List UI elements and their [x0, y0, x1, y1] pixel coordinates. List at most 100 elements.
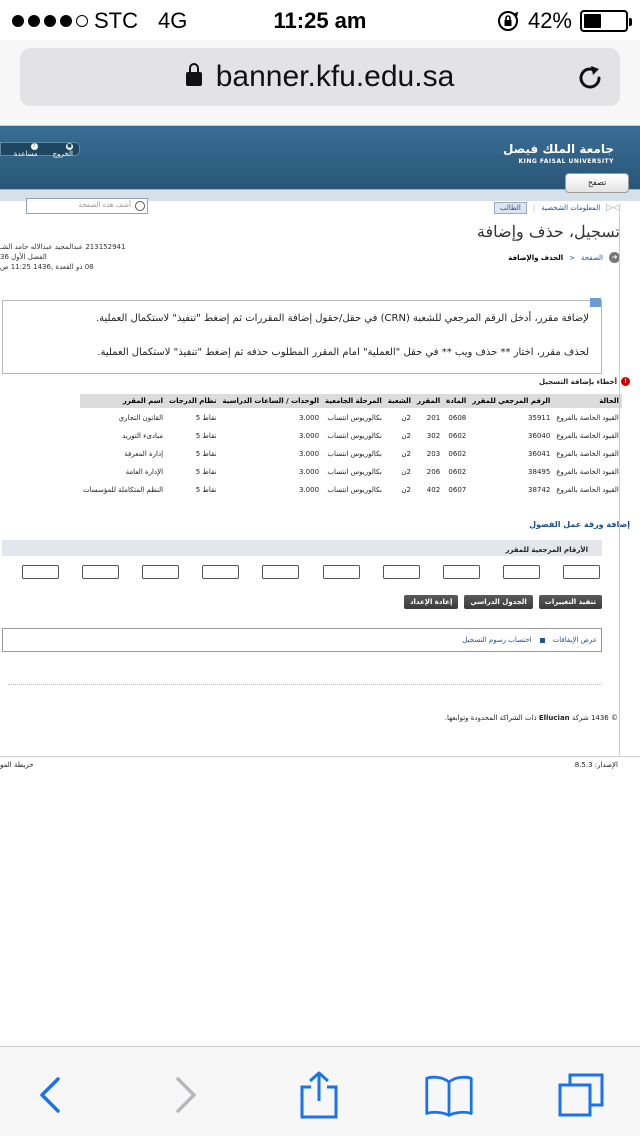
col-course: المقرر [414, 394, 444, 409]
release-version: الإصدار: 8.5.3 [574, 761, 618, 769]
fee-assessment-link[interactable]: احتساب رسوم التسجيل [462, 636, 531, 644]
cell-level: بكالوريوس انتساب [327, 414, 382, 422]
bookmarks-icon[interactable] [424, 1071, 474, 1119]
tab-personal-info[interactable]: المعلومات الشخصية [541, 204, 600, 212]
cell-credits: 3.000 [298, 414, 320, 422]
table-row: القيود الخاصة بالفروع 38495 0602 206 2ن … [80, 463, 622, 481]
site-banner: جامعة الملك فيصل KING FAISAL UNIVERSITY … [0, 126, 640, 189]
screen: STC 4G 11:25 am 42% banner.kfu.edu.sa جا… [0, 0, 640, 1136]
col-section: الشعبة [384, 394, 414, 409]
cell-status: القيود الخاصة بالفروع [556, 450, 619, 458]
battery-icon [580, 10, 632, 32]
crn-input-7[interactable] [202, 565, 240, 579]
crn-input-10[interactable] [22, 565, 59, 579]
crn-input-5[interactable] [322, 565, 360, 579]
action-buttons: تنفيذ التغييرات الجدول الدراسي إعادة الإ… [403, 595, 602, 609]
cell-level: بكالوريوس انتساب [327, 468, 382, 476]
crn-label: الأرقام المرجعية للمقرر [505, 546, 588, 554]
table-row: القيود الخاصة بالفروع 36041 0602 203 2ن … [80, 445, 622, 463]
class-schedule-button[interactable]: الجدول الدراسي [464, 595, 533, 609]
status-bar: STC 4G 11:25 am 42% [0, 0, 640, 40]
lock-icon [185, 63, 202, 86]
search-icon[interactable] [135, 201, 145, 211]
breadcrumb-current: الحذف والإضافة [508, 253, 564, 262]
cell-title: إدارة المعرفة [124, 450, 164, 458]
view-holds-link[interactable]: عرض الإيقافات [553, 636, 597, 644]
crn-input-4[interactable] [382, 565, 420, 579]
forward-icon[interactable] [158, 1071, 208, 1119]
links-box: عرض الإيقافات احتساب رسوم التسجيل [2, 628, 602, 652]
submit-changes-button[interactable]: تنفيذ التغييرات [538, 595, 602, 609]
tab-separator: | [532, 204, 536, 212]
sitemap-link[interactable]: خريطة المو [0, 761, 34, 769]
breadcrumb: ➜ الصفحة < الحذف والإضافة [508, 252, 620, 263]
nav-arrows-icon[interactable]: ◁▷ [606, 203, 620, 213]
rotation-lock-icon [497, 11, 519, 31]
cell-course: 302 [426, 432, 441, 440]
url-display[interactable]: banner.kfu.edu.sa [20, 60, 620, 94]
drop-instructions: لحذف مقرر، اختار ** حذف ويب ** في حقل "ا… [97, 347, 589, 358]
cell-subject: 0607 [448, 486, 467, 494]
crn-input-9[interactable] [82, 565, 120, 579]
user-datetime: 08 ذو القعدة ,1436 11:25 ص [0, 263, 94, 271]
cell-section: 2ن [401, 468, 411, 476]
crn-input-3[interactable] [442, 565, 480, 579]
user-info: 213152941 عبدالمجيد عبدالاله حامد الشـ ا… [0, 242, 125, 272]
cell-crn: 36040 [528, 432, 551, 440]
cell-grade-mode: نقاط 5 [195, 486, 217, 494]
cell-grade-mode: نقاط 5 [195, 414, 217, 422]
content-border [619, 204, 620, 756]
battery-percent: 42% [527, 8, 572, 33]
user-name-id: 213152941 عبدالمجيد عبدالاله حامد الشـ [0, 243, 126, 251]
battery-fill [584, 14, 601, 28]
col-level: المرحلة الجامعية [322, 394, 385, 409]
registration-errors-title: ! أخطاء بإضافة التسجيل [539, 377, 630, 386]
cell-credits: 3.000 [298, 450, 320, 458]
address-bar[interactable]: banner.kfu.edu.sa [20, 48, 620, 106]
crn-input-1[interactable] [562, 565, 600, 579]
cell-credits: 3.000 [298, 468, 320, 476]
breadcrumb-separator: < [569, 253, 576, 262]
cell-subject: 0602 [448, 468, 467, 476]
breadcrumb-home[interactable]: الصفحة [581, 254, 603, 262]
page-search-input[interactable]: أضف هذه الصفحة [26, 198, 148, 214]
cell-crn: 38495 [528, 468, 551, 476]
courses-table: الحالة الرقم المرجعي للمقرر المادة المقر… [80, 394, 622, 499]
tabs-icon[interactable] [556, 1071, 606, 1119]
table-header-row: الحالة الرقم المرجعي للمقرر المادة المقر… [80, 394, 622, 409]
cell-crn: 35911 [528, 414, 551, 422]
share-icon[interactable] [294, 1071, 344, 1119]
crn-input-8[interactable] [142, 565, 180, 579]
page-footer: الإصدار: 8.5.3 خريطة المو [0, 756, 640, 774]
cell-credits: 3.000 [298, 486, 320, 494]
help-icon: ? [30, 142, 38, 150]
cell-status: القيود الخاصة بالفروع [556, 468, 619, 476]
logout-link[interactable]: ■الخروج [46, 141, 73, 158]
tab-student[interactable]: الطالب [493, 202, 527, 214]
browse-menu-button[interactable]: تصفح [565, 173, 629, 193]
cell-grade-mode: نقاط 5 [195, 450, 217, 458]
url-text: banner.kfu.edu.sa [215, 60, 455, 93]
cell-status: القيود الخاصة بالفروع [556, 432, 619, 440]
help-link[interactable]: ?مساعدة [7, 141, 38, 158]
crn-input-6[interactable] [262, 565, 300, 579]
browser-toolbar [0, 1046, 640, 1136]
back-icon[interactable] [28, 1071, 78, 1119]
cell-crn: 36041 [528, 450, 551, 458]
worksheet-title: إضافة ورقة عمل الفصول [529, 520, 630, 529]
instructions-box: لإضافة مقرر، أدخل الرقم المرجعي للشعبة (… [2, 298, 602, 374]
col-title: اسم المقرر [80, 394, 167, 409]
status-right: 42% [496, 8, 632, 34]
web-page: جامعة الملك فيصل KING FAISAL UNIVERSITY … [0, 126, 640, 1046]
reload-icon[interactable] [574, 62, 606, 94]
crn-input-2[interactable] [502, 565, 540, 579]
search-placeholder: أضف هذه الصفحة [78, 201, 131, 209]
cell-subject: 0608 [448, 414, 467, 422]
info-icon [590, 298, 601, 307]
cell-grade-mode: نقاط 5 [195, 432, 217, 440]
cell-title: الإدارة العامة [125, 468, 164, 476]
table-row: القيود الخاصة بالفروع 38742 0607 402 2ن … [80, 481, 622, 499]
bullet-icon [539, 637, 545, 643]
reset-button[interactable]: إعادة الإعداد [403, 595, 459, 609]
cell-section: 2ن [401, 414, 411, 422]
